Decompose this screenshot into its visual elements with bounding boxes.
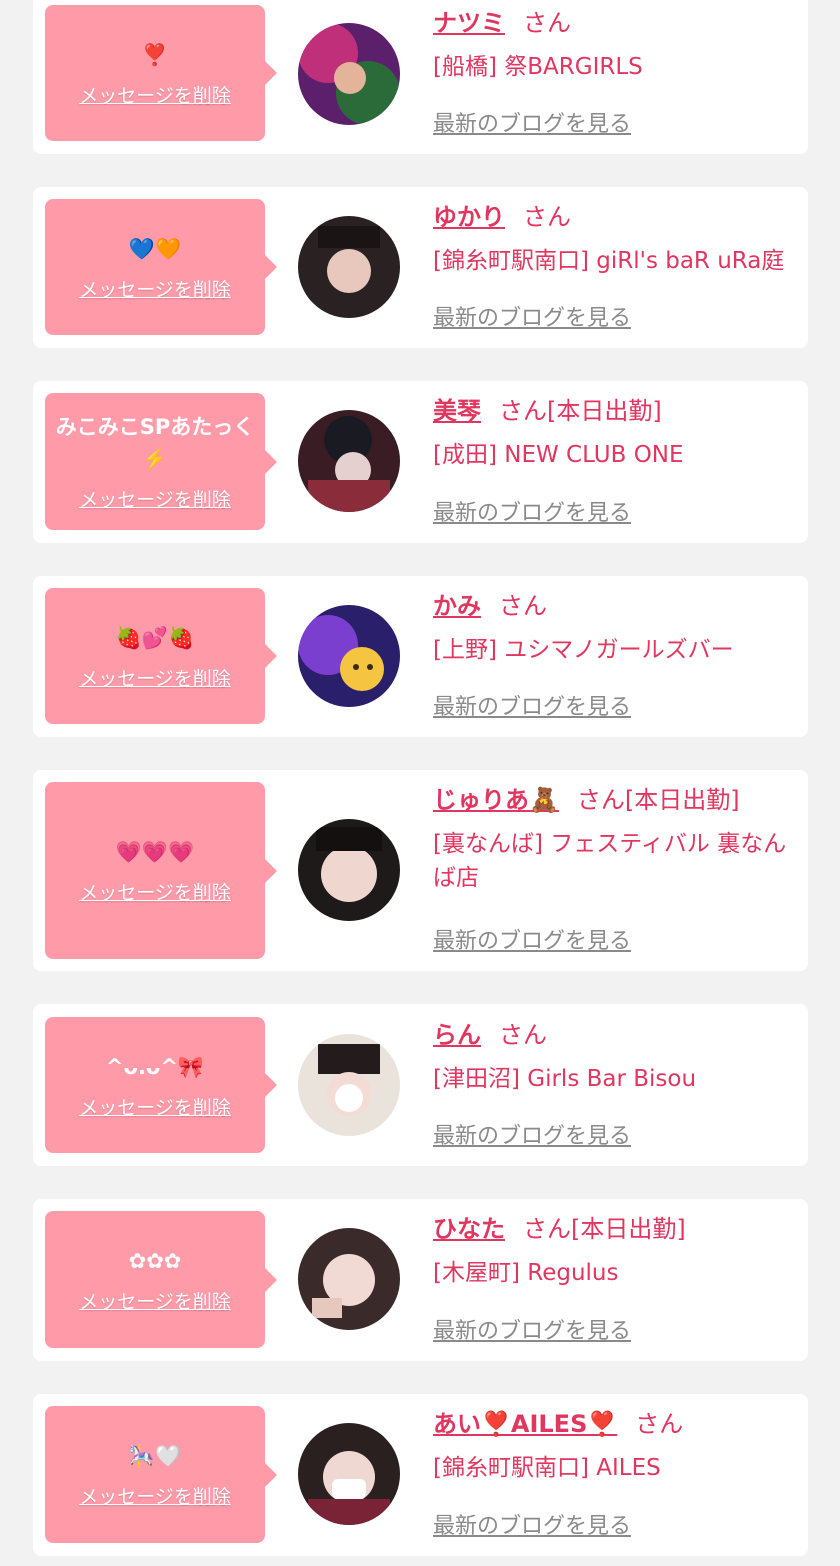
delete-message-button[interactable]: メッセージを削除	[79, 878, 231, 905]
delete-message-button[interactable]: メッセージを削除	[79, 485, 231, 512]
message-text: ❣️	[141, 42, 169, 67]
avatar[interactable]	[298, 1228, 400, 1330]
avatar[interactable]	[298, 410, 400, 512]
avatar[interactable]	[298, 1034, 400, 1136]
delete-message-button[interactable]: メッセージを削除	[79, 275, 231, 302]
avatar[interactable]	[298, 605, 400, 707]
message-text: 💙🧡	[128, 236, 182, 261]
avatar[interactable]	[298, 23, 400, 125]
latest-blog-link[interactable]: 最新のブログを見る	[433, 1313, 631, 1345]
message-text: みこみこSPあたっく⚡️	[55, 415, 255, 471]
message-bubble: 💙🧡 メッセージを削除	[45, 199, 277, 335]
message-bubble: 🎠🤍 メッセージを削除	[45, 1406, 277, 1543]
favorite-card: 🍓💕🍓 メッセージを削除 かみ さん [上野] ユシマノガールズバー 最新のブログ…	[33, 576, 808, 737]
delete-message-button[interactable]: メッセージを削除	[79, 1482, 231, 1509]
message-text: ^ᴗ.ᴗ^🎀	[105, 1054, 205, 1079]
latest-blog-link[interactable]: 最新のブログを見る	[433, 689, 631, 721]
favorite-card: 💗💗💗 メッセージを削除 じゅりあ🧸 さん[本日出勤] [裏なんば] フェスティバ…	[33, 770, 808, 971]
message-bubble: 🍓💕🍓 メッセージを削除	[45, 588, 277, 724]
message-bubble: みこみこSPあたっく⚡️ メッセージを削除	[45, 393, 277, 530]
favorite-card: ❣️ メッセージを削除 ナツミ さん [船橋] 祭BARGIRLS 最新のブログを…	[33, 0, 808, 154]
message-bubble: ✿✿✿ メッセージを削除	[45, 1211, 277, 1348]
favorite-card: ✿✿✿ メッセージを削除 ひなた さん[本日出勤] [木屋町] Regulus 最…	[33, 1199, 808, 1361]
latest-blog-link[interactable]: 最新のブログを見る	[433, 106, 631, 138]
favorite-card: 🎠🤍 メッセージを削除 あい❣️AILES❣️ さん [錦糸町駅南口] AILES…	[33, 1394, 808, 1556]
favorite-card: ^ᴗ.ᴗ^🎀 メッセージを削除 らん さん [津田沼] Girls Bar Bis…	[33, 1004, 808, 1166]
latest-blog-link[interactable]: 最新のブログを見る	[433, 923, 631, 955]
message-bubble: ^ᴗ.ᴗ^🎀 メッセージを削除	[45, 1017, 277, 1153]
avatar[interactable]	[298, 216, 400, 318]
delete-message-button[interactable]: メッセージを削除	[79, 81, 231, 108]
message-bubble: ❣️ メッセージを削除	[45, 5, 277, 141]
latest-blog-link[interactable]: 最新のブログを見る	[433, 300, 631, 332]
latest-blog-link[interactable]: 最新のブログを見る	[433, 1508, 631, 1540]
message-bubble: 💗💗💗 メッセージを削除	[45, 782, 277, 959]
favorite-card: 💙🧡 メッセージを削除 ゆかり さん [錦糸町駅南口] giRl's baR uR…	[33, 187, 808, 348]
delete-message-button[interactable]: メッセージを削除	[79, 664, 231, 691]
delete-message-button[interactable]: メッセージを削除	[79, 1287, 231, 1314]
latest-blog-link[interactable]: 最新のブログを見る	[433, 495, 631, 527]
message-text: 💗💗💗	[115, 840, 195, 864]
avatar[interactable]	[298, 1423, 400, 1525]
delete-message-button[interactable]: メッセージを削除	[79, 1093, 231, 1120]
message-text: 🎠🤍	[128, 1444, 182, 1468]
message-text: 🍓💕🍓	[115, 625, 195, 650]
favorite-card: みこみこSPあたっく⚡️ メッセージを削除 美琴 さん[本日出勤] [成田] NE…	[33, 381, 808, 543]
latest-blog-link[interactable]: 最新のブログを見る	[433, 1118, 631, 1150]
message-text: ✿✿✿	[128, 1249, 182, 1273]
avatar[interactable]	[298, 819, 400, 921]
